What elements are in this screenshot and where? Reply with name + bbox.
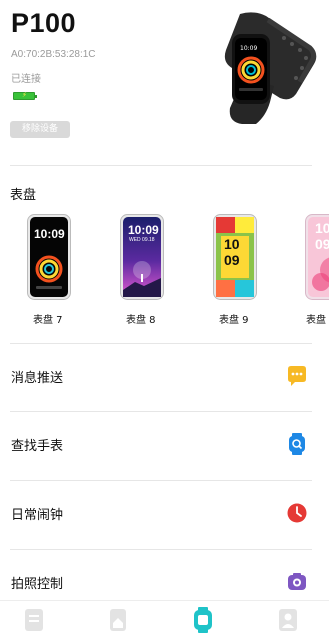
menu-daily-alarm[interactable]: 日常闹钟 [0,480,329,548]
find-watch-icon [289,433,305,455]
remove-device-button[interactable]: 移除设备 [10,121,70,138]
watchface-9-minute: 09 [224,252,240,268]
device-mac-address: A0:70:2B:53:28:1C [11,49,96,60]
watch-product-image: 10:09 [224,12,317,124]
house-icon[interactable] [107,607,129,633]
menu-find-watch-label: 查找手表 [11,439,64,454]
watchface-10-minute: 09 [315,236,329,252]
message-icon [288,366,306,386]
watchface-10-hour: 10 [315,220,329,236]
menu-find-watch[interactable]: 查找手表 [0,411,329,479]
bottom-tab-bar [0,600,329,637]
connection-status: 已连接 [11,74,41,85]
device-name: P100 [11,8,77,38]
alarm-clock-icon [287,503,307,523]
menu-camera-control-label: 拍照控制 [11,577,64,592]
watchface-10-label: 表盘 [306,315,326,326]
divider [10,165,312,166]
menu-daily-alarm-label: 日常闹钟 [11,508,64,523]
watchface-8-label: 表盘 8 [126,315,156,326]
watchface-carousel[interactable]: 10:09 表盘 7 10:09 WED 09.18 表盘 8 10 09 表盘… [0,214,329,329]
menu-message-push-label: 消息推送 [11,371,64,386]
device-header: P100 A0:70:2B:53:28:1C 已连接 ⚡ 移除设备 10:09 [0,0,329,165]
watchfaces-title: 表盘 [10,188,37,203]
camera-icon [288,573,306,590]
menu-message-push[interactable]: 消息推送 [0,343,329,411]
svg-text:10:09: 10:09 [240,45,257,52]
watchface-9-hour: 10 [224,236,240,252]
battery-icon: ⚡ [13,92,37,100]
watch-icon[interactable] [192,607,214,633]
watchface-8-time: 10:09 [128,223,159,237]
watchface-8-date: WED 09.18 [129,237,155,243]
person-icon[interactable] [277,607,299,633]
watchface-7-label: 表盘 7 [33,315,63,326]
watchface-9-label: 表盘 9 [219,315,249,326]
watchface-7-time: 10:09 [34,227,65,241]
document-icon[interactable] [23,607,45,633]
